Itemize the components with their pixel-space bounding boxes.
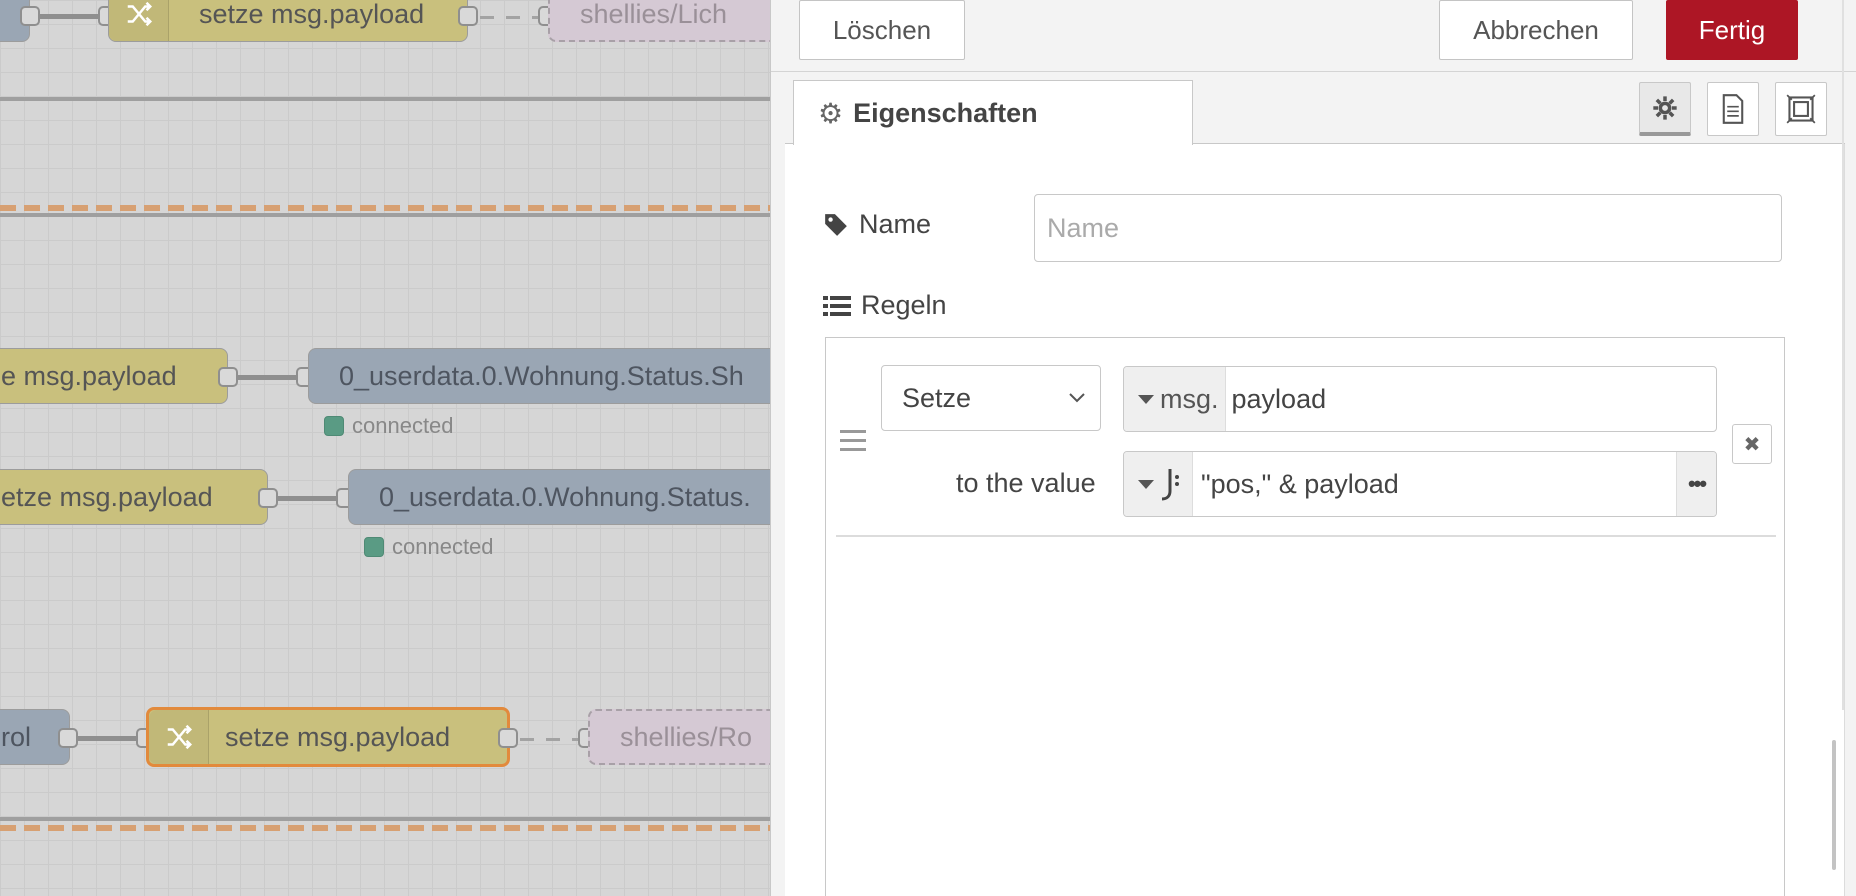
group-border	[0, 817, 770, 821]
tab-label: Eigenschaften	[853, 97, 1038, 128]
node-label: shellies/Ro	[620, 721, 753, 752]
status-text: connected	[392, 534, 494, 559]
list-icon	[823, 295, 851, 316]
mqtt-node[interactable]: shellies/Lich	[548, 0, 770, 42]
change-node-selected[interactable]: setze msg.payload	[146, 707, 510, 767]
name-label-text: Name	[859, 209, 932, 239]
node-label: e msg.payload	[1, 360, 177, 391]
change-node[interactable]: etze msg.payload	[0, 469, 268, 525]
jsonata-icon	[1161, 469, 1179, 501]
value-expression[interactable]: "pos," & payload	[1193, 452, 1676, 516]
tab-bar: ⚙ Eigenschaften	[785, 80, 1845, 145]
close-icon: ✖	[1743, 433, 1761, 456]
rules-label-text: Regeln	[861, 290, 947, 320]
rule-value-input[interactable]: "pos," & payload •••	[1123, 451, 1717, 517]
shuffle-icon	[109, 0, 169, 41]
node-label: etze msg.payload	[1, 481, 213, 512]
gear-icon: ⚙	[818, 97, 844, 129]
shuffle-icon	[149, 710, 209, 764]
status-dot-icon	[364, 537, 384, 557]
tab-properties[interactable]: ⚙ Eigenschaften	[793, 80, 1193, 145]
status-text: connected	[352, 413, 454, 438]
scrollbar[interactable]	[1832, 740, 1836, 870]
remove-rule-button[interactable]: ✖	[1732, 424, 1772, 464]
node-port[interactable]	[258, 488, 278, 508]
node-status: connected	[324, 413, 454, 439]
property-value[interactable]: payload	[1226, 367, 1716, 431]
node-port[interactable]	[498, 728, 518, 748]
group-border	[0, 213, 770, 217]
node-port[interactable]	[218, 367, 238, 387]
tag-icon	[825, 213, 847, 236]
property-type-label: msg.	[1160, 383, 1219, 414]
ellipsis-icon: •••	[1687, 471, 1707, 496]
rules-label: Regeln	[823, 290, 947, 321]
group-border-dashed	[0, 205, 770, 211]
node-port[interactable]	[58, 728, 78, 748]
node-label: rol	[1, 721, 32, 752]
iobroker-node[interactable]: 0_userdata.0.Wohnung.Status.	[348, 469, 770, 525]
iobroker-node[interactable]: 0_userdata.0.Wohnung.Status.Sh	[308, 348, 770, 404]
done-button[interactable]: Fertig	[1666, 0, 1798, 60]
expand-editor-button[interactable]: •••	[1676, 452, 1716, 516]
group-border-dashed	[0, 825, 770, 831]
change-node[interactable]: e msg.payload	[0, 348, 228, 404]
group-border	[0, 97, 770, 101]
status-dot-icon	[324, 416, 344, 436]
cancel-button[interactable]: Abbrechen	[1439, 0, 1633, 60]
property-type-selector[interactable]: msg.	[1124, 367, 1226, 431]
drag-handle-icon[interactable]	[840, 430, 866, 452]
node-port[interactable]	[20, 6, 40, 26]
tab-gear-icon[interactable]	[1639, 82, 1691, 136]
value-label: to the value	[956, 468, 1096, 498]
scroll-rail	[1842, 0, 1844, 710]
tray-toolbar: Löschen Abbrechen Fertig	[771, 0, 1856, 72]
node-label: shellies/Lich	[580, 0, 728, 29]
name-input[interactable]	[1034, 194, 1782, 262]
node-label: setze msg.payload	[199, 0, 425, 29]
change-node[interactable]: setze msg.payload	[108, 0, 468, 42]
node-label: 0_userdata.0.Wohnung.Status.Sh	[339, 360, 744, 391]
tab-document-icon[interactable]	[1707, 82, 1759, 136]
flow-canvas[interactable]: setze msg.payload shellies/Lich e msg.pa…	[0, 0, 770, 896]
rule-action-value: Setze	[902, 382, 972, 413]
rule-action-select[interactable]: Setze	[881, 365, 1101, 431]
rules-list: Setze msg. payload ✖ to the value "pos,"…	[825, 337, 1785, 896]
node-label: 0_userdata.0.Wohnung.Status.	[379, 481, 751, 512]
value-type-selector[interactable]	[1124, 452, 1193, 516]
rule-property-input[interactable]: msg. payload	[1123, 366, 1717, 432]
mqtt-node[interactable]: shellies/Ro	[588, 709, 770, 765]
delete-button[interactable]: Löschen	[799, 0, 965, 60]
name-label: Name	[823, 209, 931, 240]
node-label: setze msg.payload	[225, 721, 451, 752]
rule-divider	[836, 535, 1776, 537]
caret-down-icon	[1138, 479, 1154, 489]
tab-appearance-icon[interactable]	[1775, 82, 1827, 136]
node-status: connected	[364, 534, 494, 560]
chevron-down-icon	[1069, 393, 1085, 403]
caret-down-icon	[1138, 394, 1154, 404]
node-port[interactable]	[458, 6, 478, 26]
